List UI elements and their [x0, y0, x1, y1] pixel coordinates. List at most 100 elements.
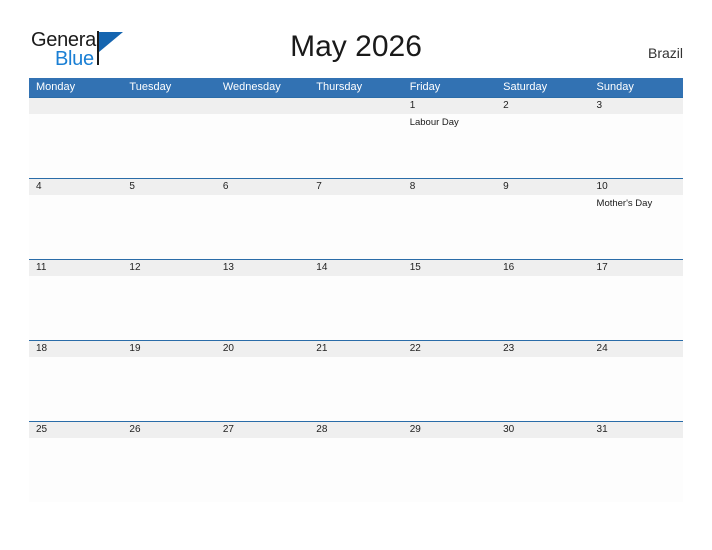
weekday-header-row: Monday Tuesday Wednesday Thursday Friday…: [29, 78, 683, 97]
date-number[interactable]: 4: [29, 179, 122, 195]
weekday-saturday: Saturday: [503, 81, 548, 93]
day-cell[interactable]: [29, 357, 122, 421]
date-number[interactable]: 14: [309, 260, 402, 276]
weekday-friday: Friday: [409, 81, 441, 93]
day-cell[interactable]: [496, 276, 589, 340]
day-cell[interactable]: [216, 357, 309, 421]
date-number[interactable]: 17: [590, 260, 683, 276]
date-number[interactable]: [216, 98, 309, 114]
day-cell[interactable]: [216, 114, 309, 178]
date-number[interactable]: 9: [496, 179, 589, 195]
weekday-sunday: Sunday: [596, 81, 634, 93]
date-number[interactable]: 3: [590, 98, 683, 114]
day-cell[interactable]: [496, 195, 589, 259]
date-number[interactable]: 2: [496, 98, 589, 114]
date-number[interactable]: 23: [496, 341, 589, 357]
weekday-wednesday: Wednesday: [222, 81, 281, 93]
page-title: May 2026: [290, 30, 422, 63]
calendar-grid: Monday Tuesday Wednesday Thursday Friday…: [29, 78, 683, 502]
event-label: Labour Day: [409, 117, 459, 128]
day-cell[interactable]: [309, 438, 402, 502]
date-number[interactable]: [309, 98, 402, 114]
week-row: 18 19 20 21 22 23 24: [29, 340, 683, 421]
week-event-band: Labour Day: [29, 114, 683, 178]
day-cell[interactable]: [122, 114, 215, 178]
week-event-band: [29, 357, 683, 421]
day-cell[interactable]: [590, 276, 683, 340]
day-cell[interactable]: [590, 438, 683, 502]
day-cell[interactable]: [590, 357, 683, 421]
day-cell[interactable]: [309, 276, 402, 340]
weekday-thursday: Thursday: [316, 81, 363, 93]
day-cell[interactable]: [403, 195, 496, 259]
day-cell[interactable]: [29, 438, 122, 502]
day-cell[interactable]: [29, 195, 122, 259]
date-number[interactable]: 25: [29, 422, 122, 438]
day-cell[interactable]: [309, 195, 402, 259]
week-row: 1 2 3 Labour Day: [29, 97, 683, 178]
day-cell[interactable]: Mother's Day: [590, 195, 683, 259]
page-header: General Blue May 2026 Brazil: [0, 0, 712, 78]
date-number[interactable]: 24: [590, 341, 683, 357]
day-cell[interactable]: [29, 114, 122, 178]
week-date-band: 18 19 20 21 22 23 24: [29, 341, 683, 357]
day-cell[interactable]: [309, 357, 402, 421]
week-date-band: 4 5 6 7 8 9 10: [29, 179, 683, 195]
day-cell[interactable]: Labour Day: [403, 114, 496, 178]
date-number[interactable]: 10: [590, 179, 683, 195]
day-cell[interactable]: [403, 357, 496, 421]
day-cell[interactable]: [122, 276, 215, 340]
date-number[interactable]: 19: [122, 341, 215, 357]
weekday-monday: Monday: [36, 81, 76, 93]
date-number[interactable]: 13: [216, 260, 309, 276]
date-number[interactable]: 27: [216, 422, 309, 438]
day-cell[interactable]: [122, 438, 215, 502]
date-number[interactable]: 12: [122, 260, 215, 276]
calendar-page: General Blue May 2026 Brazil Monday Tues…: [0, 0, 712, 550]
date-number[interactable]: 1: [403, 98, 496, 114]
week-row: 11 12 13 14 15 16 17: [29, 259, 683, 340]
day-cell[interactable]: [216, 276, 309, 340]
week-date-band: 25 26 27 28 29 30 31: [29, 422, 683, 438]
date-number[interactable]: 26: [122, 422, 215, 438]
country-label: Brazil: [647, 45, 683, 61]
date-number[interactable]: 20: [216, 341, 309, 357]
day-cell[interactable]: [496, 438, 589, 502]
week-date-band: 1 2 3: [29, 98, 683, 114]
date-number[interactable]: [29, 98, 122, 114]
date-number[interactable]: 11: [29, 260, 122, 276]
day-cell[interactable]: [122, 357, 215, 421]
week-event-band: [29, 276, 683, 340]
date-number[interactable]: 5: [122, 179, 215, 195]
date-number[interactable]: 8: [403, 179, 496, 195]
event-label: Mother's Day: [596, 198, 653, 209]
date-number[interactable]: 22: [403, 341, 496, 357]
day-cell[interactable]: [216, 438, 309, 502]
date-number[interactable]: 28: [309, 422, 402, 438]
date-number[interactable]: 6: [216, 179, 309, 195]
week-row: 25 26 27 28 29 30 31: [29, 421, 683, 502]
date-number[interactable]: 31: [590, 422, 683, 438]
date-number[interactable]: 21: [309, 341, 402, 357]
day-cell[interactable]: [496, 114, 589, 178]
date-number[interactable]: 30: [496, 422, 589, 438]
week-event-band: Mother's Day: [29, 195, 683, 259]
week-event-band: [29, 438, 683, 502]
date-number[interactable]: 29: [403, 422, 496, 438]
day-cell[interactable]: [122, 195, 215, 259]
weekday-tuesday: Tuesday: [129, 81, 172, 93]
day-cell[interactable]: [216, 195, 309, 259]
day-cell[interactable]: [309, 114, 402, 178]
day-cell[interactable]: [590, 114, 683, 178]
date-number[interactable]: 16: [496, 260, 589, 276]
day-cell[interactable]: [403, 438, 496, 502]
date-number[interactable]: [122, 98, 215, 114]
date-number[interactable]: 7: [309, 179, 402, 195]
day-cell[interactable]: [496, 357, 589, 421]
week-date-band: 11 12 13 14 15 16 17: [29, 260, 683, 276]
day-cell[interactable]: [29, 276, 122, 340]
date-number[interactable]: 18: [29, 341, 122, 357]
date-number[interactable]: 15: [403, 260, 496, 276]
week-row: 4 5 6 7 8 9 10 Mother's Day: [29, 178, 683, 259]
day-cell[interactable]: [403, 276, 496, 340]
